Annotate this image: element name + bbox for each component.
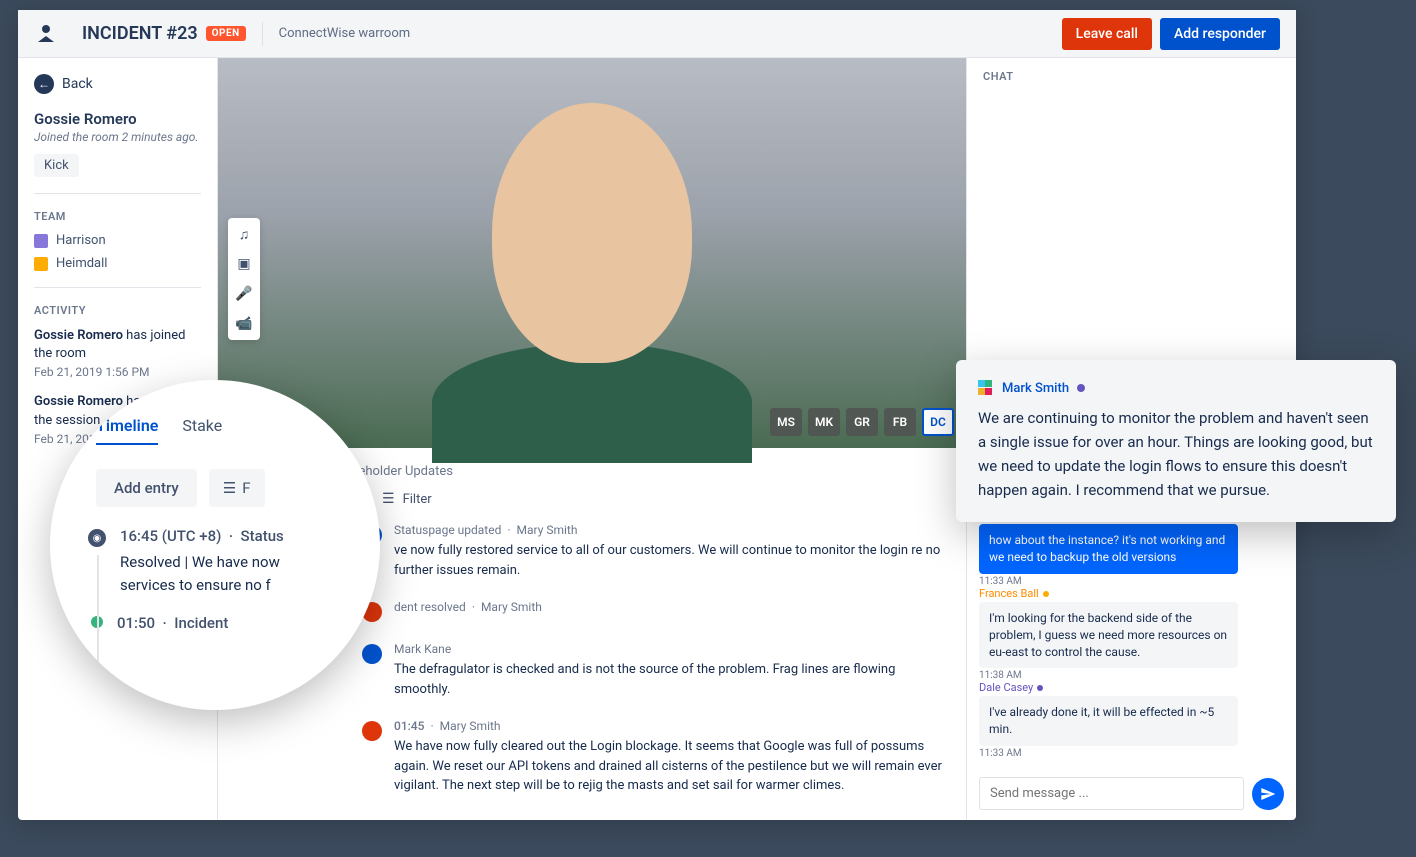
divider <box>34 193 201 194</box>
entry-body: ve now fully restored service to all of … <box>394 541 942 580</box>
activity-item: Gossie Romero has joined the room Feb 21,… <box>34 327 201 379</box>
status-dot-icon <box>1037 685 1043 691</box>
timeline-entry: 01:45·Mary Smith We have now fully clear… <box>362 719 942 796</box>
entry-meta: 01:45·Mary Smith <box>394 719 942 733</box>
chat-header: CHAT <box>967 58 1296 95</box>
person-joined-text: Joined the room 2 minutes ago. <box>34 130 201 144</box>
header-actions: Leave call Add responder <box>1062 18 1280 50</box>
slack-icon <box>978 380 994 396</box>
avatar <box>362 721 382 741</box>
participants-list: MSMKGRFBDC <box>770 408 954 436</box>
tab-stakeholder[interactable]: Stake <box>182 416 222 445</box>
statuspage-icon: ◉ <box>88 529 106 547</box>
activity-text: Gossie Romero has joined the room <box>34 327 201 363</box>
entry-meta: Mark Kane <box>394 642 942 656</box>
avatar <box>362 644 382 664</box>
status-dot-icon <box>1043 591 1049 597</box>
back-button[interactable]: ← Back <box>34 74 201 94</box>
room-name: ConnectWise warroom <box>279 26 410 41</box>
stakeholder-updates-text: keholder Updates <box>352 464 942 479</box>
entry-meta: Statuspage updated·Mary Smith <box>394 523 942 537</box>
timeline-entry: 01:50 · Incident <box>88 614 350 638</box>
arrow-left-icon: ← <box>34 74 54 94</box>
chat-input[interactable] <box>979 777 1244 810</box>
participant-tile[interactable]: DC <box>922 408 954 436</box>
timeline-entry: dent resolved·Mary Smith <box>362 600 942 622</box>
mic-off-icon[interactable]: 🎤 <box>234 284 254 304</box>
chat-author: Frances Ball <box>979 587 1238 600</box>
participant-tile[interactable]: MS <box>770 408 802 436</box>
header-divider <box>262 22 263 46</box>
chat-bubble: I'm looking for the backend side of the … <box>979 602 1238 668</box>
activity-time: Feb 21, 2019 1:56 PM <box>34 365 201 379</box>
divider <box>34 287 201 288</box>
app-logo-icon <box>34 22 58 46</box>
entry-meta: dent resolved·Mary Smith <box>394 600 942 614</box>
chat-input-row <box>967 767 1296 820</box>
timeline-entry: Statuspage updated·Mary Smith ve now ful… <box>362 523 942 580</box>
filter-label: Filter <box>403 492 432 507</box>
chat-time: 11:33 AM <box>979 576 1238 587</box>
chat-time: 11:33 AM <box>979 748 1238 759</box>
send-button[interactable] <box>1252 778 1284 810</box>
chat-message: Dale Casey I've already done it, it will… <box>979 681 1238 759</box>
chat-message-body: We are continuing to monitor the problem… <box>978 406 1374 502</box>
leave-call-button[interactable]: Leave call <box>1062 18 1152 50</box>
chat-message: how about the instance? it's not working… <box>979 524 1238 587</box>
participant-tile[interactable]: FB <box>884 408 916 436</box>
filter-icon: ☰ <box>382 491 395 507</box>
timeline-entry: Mark Kane The defragulator is checked an… <box>362 642 942 699</box>
activity-label: ACTIVITY <box>34 304 201 317</box>
filter-icon: ☰ <box>223 479 236 497</box>
timeline-tabs: Timeline Stake <box>96 416 350 445</box>
send-icon <box>1260 786 1276 802</box>
status-badge: OPEN <box>206 26 246 41</box>
entry-label: Status <box>241 527 284 545</box>
chat-time: 11:38 AM <box>979 670 1238 681</box>
chat-message-overlay: Mark Smith We are continuing to monitor … <box>956 360 1396 522</box>
timeline-magnifier: Timeline Stake Add entry ☰ F ◉ 16:45 (UT… <box>50 380 380 710</box>
entry-body: Resolved | We have now <box>120 551 350 574</box>
video-area: ♫ ▣ 🎤 📹 MSMKGRFBDC <box>218 58 966 448</box>
team-label: TEAM <box>34 210 201 223</box>
camera-off-icon[interactable]: 📹 <box>234 314 254 334</box>
chat-message: Frances Ball I'm looking for the backend… <box>979 587 1238 681</box>
music-icon[interactable]: ♫ <box>234 224 254 244</box>
status-dot-icon <box>1077 384 1085 392</box>
kick-button[interactable]: Kick <box>34 154 79 177</box>
filter-button[interactable]: ☰ Filter <box>382 491 942 507</box>
video-controls: ♫ ▣ 🎤 📹 <box>228 218 260 340</box>
chat-author: Dale Casey <box>979 681 1238 694</box>
timeline-entry: ◉ 16:45 (UTC +8) · Status Resolved | We … <box>88 527 350 596</box>
participant-tile[interactable]: MK <box>808 408 840 436</box>
chat-bubble: I've already done it, it will be effecte… <box>979 696 1238 746</box>
entry-body2: services to ensure no f <box>120 574 350 597</box>
participant-tile[interactable]: GR <box>846 408 878 436</box>
incident-title: INCIDENT #23 <box>82 23 198 44</box>
header: INCIDENT #23 OPEN ConnectWise warroom Le… <box>18 10 1296 58</box>
tab-timeline[interactable]: Timeline <box>96 416 158 445</box>
filter-button[interactable]: ☰ F <box>209 469 265 507</box>
back-label: Back <box>62 76 93 92</box>
entry-time: 01:50 <box>117 614 155 632</box>
chat-message-author: Mark Smith <box>978 380 1374 396</box>
screen-share-icon[interactable]: ▣ <box>234 254 254 274</box>
team-item[interactable]: Harrison <box>34 233 201 248</box>
video-feed <box>442 83 742 423</box>
add-responder-button[interactable]: Add responder <box>1160 18 1280 50</box>
entry-body: We have now fully cleared out the Login … <box>394 737 942 796</box>
entry-label: Incident <box>174 614 228 632</box>
person-name: Gossie Romero <box>34 110 201 128</box>
team-item[interactable]: Heimdall <box>34 256 201 271</box>
entry-body: The defragulator is checked and is not t… <box>394 660 942 699</box>
team-name: Harrison <box>56 233 106 248</box>
team-name: Heimdall <box>56 256 107 271</box>
add-entry-button[interactable]: Add entry <box>96 469 197 507</box>
filter-label: F <box>242 479 250 497</box>
team-color-swatch <box>34 257 48 271</box>
team-color-swatch <box>34 234 48 248</box>
entry-time: 16:45 (UTC +8) <box>120 527 221 545</box>
chat-bubble: how about the instance? it's not working… <box>979 524 1238 574</box>
chat-author-name: Mark Smith <box>1002 381 1069 396</box>
